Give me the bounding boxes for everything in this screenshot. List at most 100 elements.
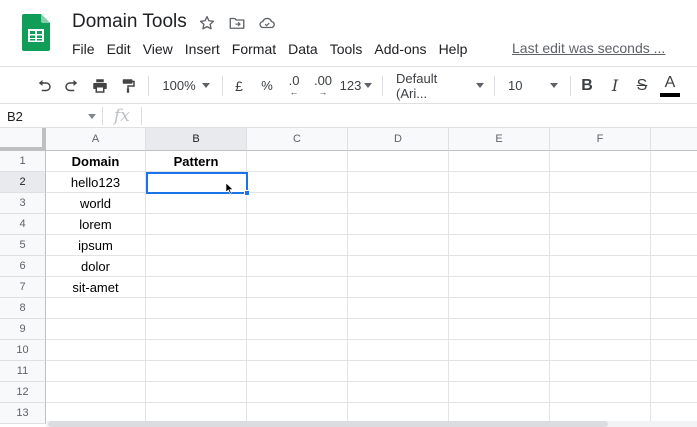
- cell-a4[interactable]: lorem: [46, 214, 146, 235]
- cell-c3[interactable]: [247, 193, 348, 214]
- cell-a3[interactable]: world: [46, 193, 146, 214]
- cell-e6[interactable]: [449, 256, 550, 277]
- cell-c6[interactable]: [247, 256, 348, 277]
- row-header-6[interactable]: 6: [0, 256, 46, 277]
- cell-f9[interactable]: [550, 319, 651, 340]
- paint-format-button[interactable]: [116, 67, 140, 104]
- cell-b7[interactable]: [146, 277, 247, 298]
- cell-c7[interactable]: [247, 277, 348, 298]
- cell-b3[interactable]: [146, 193, 247, 214]
- cell-a1[interactable]: Domain: [46, 151, 146, 172]
- cell-f1[interactable]: [550, 151, 651, 172]
- cell-d8[interactable]: [348, 298, 449, 319]
- cell-b1[interactable]: Pattern: [146, 151, 247, 172]
- move-folder-icon[interactable]: [226, 12, 248, 34]
- cell-a2[interactable]: hello123: [46, 172, 146, 193]
- cell-d12[interactable]: [348, 382, 449, 403]
- formula-input[interactable]: [146, 104, 697, 128]
- cell-g3[interactable]: [651, 193, 697, 214]
- cell-c8[interactable]: [247, 298, 348, 319]
- cell-d2[interactable]: [348, 172, 449, 193]
- cell-g11[interactable]: [651, 361, 697, 382]
- cell-b6[interactable]: [146, 256, 247, 277]
- spreadsheet-grid[interactable]: A B C D E F 1 Domain Pattern 2 hello123 3 world 4 lore…: [0, 128, 697, 427]
- row-header-4[interactable]: 4: [0, 214, 46, 235]
- cell-e4[interactable]: [449, 214, 550, 235]
- column-header-d[interactable]: D: [348, 128, 449, 151]
- cell-a11[interactable]: [46, 361, 146, 382]
- undo-button[interactable]: [32, 67, 56, 104]
- cell-d4[interactable]: [348, 214, 449, 235]
- cell-e7[interactable]: [449, 277, 550, 298]
- font-family-select[interactable]: Default (Ari...: [390, 67, 488, 104]
- print-button[interactable]: [88, 67, 112, 104]
- menu-insert[interactable]: Insert: [179, 39, 226, 59]
- cell-b10[interactable]: [146, 340, 247, 361]
- cell-f4[interactable]: [550, 214, 651, 235]
- column-header-e[interactable]: E: [449, 128, 550, 151]
- column-header-g[interactable]: [651, 128, 697, 151]
- cell-f3[interactable]: [550, 193, 651, 214]
- cell-b12[interactable]: [146, 382, 247, 403]
- cell-a5[interactable]: ipsum: [46, 235, 146, 256]
- menu-data[interactable]: Data: [282, 39, 324, 59]
- cell-g12[interactable]: [651, 382, 697, 403]
- sheets-logo-icon[interactable]: [22, 14, 50, 51]
- last-edit-link[interactable]: Last edit was seconds ...: [512, 40, 665, 56]
- cloud-saved-icon[interactable]: [256, 12, 278, 34]
- cell-c12[interactable]: [247, 382, 348, 403]
- column-header-f[interactable]: F: [550, 128, 651, 151]
- cell-b8[interactable]: [146, 298, 247, 319]
- cell-c11[interactable]: [247, 361, 348, 382]
- cell-e9[interactable]: [449, 319, 550, 340]
- redo-button[interactable]: [60, 67, 84, 104]
- cell-d7[interactable]: [348, 277, 449, 298]
- menu-edit[interactable]: Edit: [101, 39, 137, 59]
- strikethrough-button[interactable]: S: [631, 67, 653, 104]
- row-header-2[interactable]: 2: [0, 172, 46, 193]
- row-header-9[interactable]: 9: [0, 319, 46, 340]
- name-box[interactable]: B2: [0, 104, 102, 128]
- cell-f6[interactable]: [550, 256, 651, 277]
- font-size-select[interactable]: 10: [502, 67, 564, 104]
- cell-g6[interactable]: [651, 256, 697, 277]
- cell-c4[interactable]: [247, 214, 348, 235]
- cell-g2[interactable]: [651, 172, 697, 193]
- row-header-3[interactable]: 3: [0, 193, 46, 214]
- cell-f2[interactable]: [550, 172, 651, 193]
- cell-a6[interactable]: dolor: [46, 256, 146, 277]
- cell-a10[interactable]: [46, 340, 146, 361]
- cell-a7[interactable]: sit-amet: [46, 277, 146, 298]
- cell-b11[interactable]: [146, 361, 247, 382]
- cell-d3[interactable]: [348, 193, 449, 214]
- cell-e3[interactable]: [449, 193, 550, 214]
- menu-addons[interactable]: Add-ons: [368, 39, 432, 59]
- cell-e8[interactable]: [449, 298, 550, 319]
- column-header-b[interactable]: B: [146, 128, 247, 151]
- cell-a9[interactable]: [46, 319, 146, 340]
- cell-g5[interactable]: [651, 235, 697, 256]
- cell-f10[interactable]: [550, 340, 651, 361]
- cell-g4[interactable]: [651, 214, 697, 235]
- cell-f7[interactable]: [550, 277, 651, 298]
- menu-file[interactable]: File: [66, 39, 101, 59]
- star-icon[interactable]: [196, 12, 218, 34]
- cell-e1[interactable]: [449, 151, 550, 172]
- cell-b5[interactable]: [146, 235, 247, 256]
- fill-handle[interactable]: [244, 190, 250, 196]
- row-header-13[interactable]: 13: [0, 403, 46, 424]
- cell-b4[interactable]: [146, 214, 247, 235]
- cell-f12[interactable]: [550, 382, 651, 403]
- cell-e5[interactable]: [449, 235, 550, 256]
- currency-format-button[interactable]: £: [228, 67, 250, 104]
- cell-d11[interactable]: [348, 361, 449, 382]
- italic-button[interactable]: I: [604, 67, 626, 104]
- select-all-corner[interactable]: [0, 128, 46, 151]
- column-header-a[interactable]: A: [46, 128, 146, 151]
- cell-f5[interactable]: [550, 235, 651, 256]
- cell-c9[interactable]: [247, 319, 348, 340]
- menu-tools[interactable]: Tools: [324, 39, 369, 59]
- decrease-decimal-button[interactable]: .0 ←: [282, 67, 306, 104]
- document-title[interactable]: Domain Tools: [72, 11, 187, 33]
- cell-a12[interactable]: [46, 382, 146, 403]
